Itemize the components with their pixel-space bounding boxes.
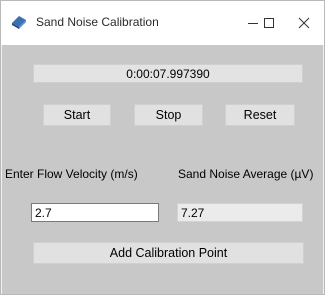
- title-bar[interactable]: Sand Noise Calibration: [1, 1, 324, 45]
- app-logo-icon: [12, 16, 26, 29]
- start-button[interactable]: Start: [43, 104, 111, 126]
- window-title: Sand Noise Calibration: [36, 15, 159, 29]
- close-button[interactable]: [284, 1, 324, 45]
- flow-velocity-label: Enter Flow Velocity (m/s): [5, 167, 138, 181]
- reset-button[interactable]: Reset: [225, 104, 295, 126]
- client-area: 0:00:07.997390 Start Stop Reset Enter Fl…: [2, 45, 323, 294]
- sand-noise-field: 7.27: [177, 203, 303, 222]
- stop-button[interactable]: Stop: [134, 104, 203, 126]
- sand-noise-label: Sand Noise Average (µV): [178, 167, 314, 181]
- add-calibration-point-button[interactable]: Add Calibration Point: [33, 242, 304, 264]
- calibration-window: Sand Noise Calibration 0:00:07.997390 St…: [0, 0, 325, 295]
- elapsed-time-display: 0:00:07.997390: [33, 64, 303, 83]
- maximize-button[interactable]: [249, 1, 289, 45]
- maximize-icon: [264, 18, 274, 28]
- close-icon: [298, 17, 310, 29]
- flow-velocity-input[interactable]: 2.7: [31, 203, 159, 222]
